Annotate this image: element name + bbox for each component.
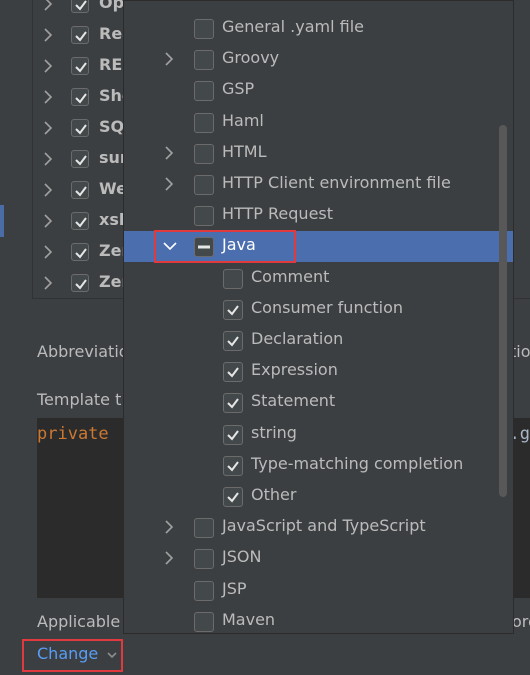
context-row-consumer-function[interactable]: Consumer function (124, 294, 513, 325)
context-row-declaration[interactable]: Declaration (124, 325, 513, 356)
chevron-right-icon[interactable] (41, 150, 55, 170)
checkbox-unchecked[interactable] (194, 143, 214, 164)
checkbox-unchecked[interactable] (194, 112, 214, 133)
applicable-contexts-label: Applicable (37, 612, 121, 631)
checkbox-unchecked[interactable] (194, 19, 214, 39)
tree-row-label: xsl (99, 210, 125, 229)
context-row-label: Haml (222, 110, 264, 130)
context-row-expression[interactable]: Expression (124, 356, 513, 387)
context-row-label: HTML (222, 141, 267, 161)
options-label-fragment: ore (512, 612, 530, 631)
checkbox-checked[interactable] (223, 455, 243, 476)
context-row-label: string (251, 422, 297, 442)
java-highlight-box (154, 230, 296, 263)
context-row-label: Consumer function (251, 297, 404, 317)
chevron-right-icon[interactable] (41, 0, 55, 15)
checkbox-unchecked[interactable] (194, 518, 214, 539)
checkbox-checked[interactable] (223, 424, 243, 445)
context-row-gsp[interactable]: GSP (124, 75, 513, 106)
checkbox-checked[interactable] (71, 0, 89, 13)
abbreviation-label: Abbreviatio (37, 342, 129, 361)
context-row-json[interactable]: JSON (124, 543, 513, 574)
context-row-groovy[interactable]: Groovy (124, 44, 513, 75)
context-row-http-request[interactable]: HTTP Request (124, 200, 513, 231)
chevron-right-icon[interactable] (41, 243, 55, 263)
context-row-label: Groovy (222, 48, 280, 68)
checkbox-checked[interactable] (223, 331, 243, 351)
checkbox-checked[interactable] (71, 57, 89, 75)
context-row-javascript-and-typescript[interactable]: JavaScript and TypeScript (124, 512, 513, 543)
context-row-label: HTTP Client environment file (222, 173, 451, 192)
chevron-down-icon[interactable] (105, 647, 119, 666)
chevron-right-icon[interactable] (41, 181, 55, 201)
chevron-right-icon[interactable] (41, 88, 55, 108)
chevron-right-icon[interactable] (41, 212, 55, 232)
tree-row-label: SQ (99, 117, 125, 136)
checkbox-checked[interactable] (71, 243, 89, 261)
checkbox-checked[interactable] (223, 487, 243, 507)
template-text-label: Template t (37, 390, 122, 409)
context-row-label: JSP (222, 578, 247, 598)
context-row-label: Declaration (251, 329, 344, 348)
context-row-maven[interactable]: Maven (124, 606, 513, 633)
context-row-http-client-environment-file[interactable]: HTTP Client environment file (124, 169, 513, 200)
context-row-label: Statement (251, 391, 336, 411)
context-row-statement[interactable]: Statement (124, 387, 513, 418)
context-row-label: Type-matching completion (251, 453, 464, 473)
checkbox-unchecked[interactable] (194, 175, 214, 195)
context-row-label: HTTP Request (222, 204, 334, 224)
checkbox-checked[interactable] (71, 274, 89, 292)
checkbox-checked[interactable] (71, 119, 89, 137)
chevron-right-icon[interactable] (162, 50, 176, 68)
template-code: private (37, 424, 109, 444)
change-contexts-link[interactable]: Change (37, 644, 98, 663)
context-row-string[interactable]: string (124, 419, 513, 450)
context-row-type-matching-completion[interactable]: Type-matching completion (124, 450, 513, 481)
chevron-right-icon[interactable] (162, 175, 176, 193)
context-row-label: General .yaml file (222, 17, 364, 36)
checkbox-checked[interactable] (71, 212, 89, 230)
chevron-right-icon[interactable] (41, 26, 55, 46)
chevron-right-icon[interactable] (162, 518, 176, 536)
context-row-label: GSP (222, 79, 255, 99)
checkbox-checked[interactable] (223, 299, 243, 320)
context-chooser-popup[interactable]: General .yaml file Groovy GSP Haml HTML HTTP … (123, 0, 514, 634)
checkbox-unchecked[interactable] (223, 268, 243, 289)
context-row-comment[interactable]: Comment (124, 263, 513, 294)
checkbox-unchecked[interactable] (194, 611, 214, 632)
checkbox-checked[interactable] (71, 181, 89, 199)
checkbox-unchecked[interactable] (194, 549, 214, 570)
chevron-right-icon[interactable] (162, 549, 176, 567)
context-row-other[interactable]: Other (124, 481, 513, 512)
context-row-label: JavaScript and TypeScript (222, 516, 426, 536)
checkbox-checked[interactable] (223, 393, 243, 414)
checkbox-checked[interactable] (71, 88, 89, 106)
context-row-label: Expression (251, 360, 338, 380)
checkbox-unchecked[interactable] (194, 50, 214, 71)
chevron-right-icon[interactable] (162, 144, 176, 162)
context-row-html[interactable]: HTML (124, 138, 513, 169)
context-row-label: Comment (251, 266, 330, 286)
popup-scrollbar[interactable] (499, 125, 507, 497)
checkbox-checked[interactable] (71, 150, 89, 168)
checkbox-unchecked[interactable] (194, 206, 214, 227)
context-row-general-yaml-file[interactable]: General .yaml file (124, 13, 513, 44)
context-row-jsp[interactable]: JSP (124, 575, 513, 606)
selection-accent (0, 205, 4, 237)
checkbox-unchecked[interactable] (194, 81, 214, 102)
checkbox-unchecked[interactable] (194, 580, 214, 601)
context-row-label: Other (251, 485, 297, 504)
chevron-right-icon[interactable] (41, 119, 55, 139)
chevron-right-icon[interactable] (41, 274, 55, 294)
context-row-label: Maven (222, 609, 276, 629)
context-row-haml[interactable]: Haml (124, 107, 513, 138)
chevron-right-icon[interactable] (41, 57, 55, 77)
checkbox-checked[interactable] (223, 362, 243, 383)
context-row-label: JSON (222, 547, 262, 567)
checkbox-checked[interactable] (71, 26, 89, 44)
